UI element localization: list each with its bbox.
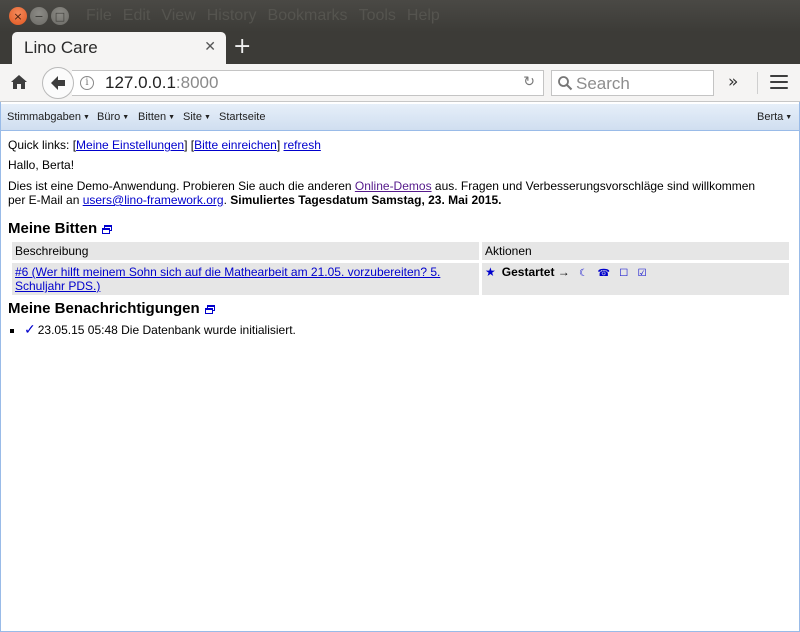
menu-file[interactable]: File xyxy=(86,7,112,25)
notification-text: 23.05.15 05:48 Die Datenbank wurde initi… xyxy=(37,323,296,337)
open-window-icon[interactable] xyxy=(102,225,113,234)
phone-icon[interactable]: ☎ xyxy=(597,268,609,279)
home-icon[interactable] xyxy=(8,71,30,93)
section-title-benachrichtigungen-text: Meine Benachrichtigungen xyxy=(8,300,200,317)
menu-tools[interactable]: Tools xyxy=(359,7,396,25)
chevron-down-icon: ▼ xyxy=(83,114,90,121)
table-cell-description: #6 (Wer hilft meinem Sohn sich auf die M… xyxy=(12,260,479,295)
section-title-benachrichtigungen: Meine Benachrichtigungen xyxy=(8,300,215,317)
link-refresh[interactable]: refresh xyxy=(284,138,321,152)
menu-help[interactable]: Help xyxy=(407,7,440,25)
menu-icon[interactable] xyxy=(770,75,788,89)
search-bar[interactable]: Search xyxy=(551,70,714,96)
menu-stimmabgaben-label: Stimmabgaben xyxy=(7,111,81,123)
section-title-bitten-text: Meine Bitten xyxy=(8,220,98,237)
url-bar[interactable]: i 127.0.0.1:8000 ↻ xyxy=(72,70,544,96)
table-cell-actions: ★ Gestartet → ☾ ☎ ☐ ☑ xyxy=(482,260,789,295)
checkmark-icon[interactable]: ✓ xyxy=(24,321,36,337)
url-port: :8000 xyxy=(175,73,219,92)
link-meine-einstellungen[interactable]: Meine Einstellungen xyxy=(76,138,184,152)
search-icon xyxy=(558,76,573,91)
menu-edit[interactable]: Edit xyxy=(123,7,151,25)
checkbox-empty-icon[interactable]: ☐ xyxy=(619,268,628,279)
chevron-down-icon: ▼ xyxy=(168,114,176,121)
intro-part-3: per E-Mail an xyxy=(8,193,83,207)
toolbar-separator xyxy=(757,72,758,94)
tab-title: Lino Care xyxy=(24,38,98,57)
state-label: Gestartet xyxy=(501,265,555,279)
menu-bitten[interactable]: Bitten ▼ xyxy=(138,111,175,123)
checkbox-checked-icon[interactable]: ☑ xyxy=(638,268,647,279)
reload-icon[interactable]: ↻ xyxy=(523,74,535,90)
column-header-aktionen: Aktionen xyxy=(482,242,789,260)
menu-startseite[interactable]: Startseite xyxy=(219,111,265,123)
intro-part-2: aus. Fragen und Verbesserungsvorschläge … xyxy=(431,179,756,193)
url-host: 127.0.0.1 xyxy=(105,73,176,92)
menu-buero[interactable]: Büro ▼ xyxy=(97,111,129,123)
quick-links-label: Quick links: xyxy=(8,138,70,152)
new-tab-icon[interactable]: + xyxy=(233,35,251,59)
menu-history[interactable]: History xyxy=(207,7,257,25)
quick-links: Quick links: [Meine Einstellungen] [Bitt… xyxy=(8,138,321,152)
close-tab-icon[interactable]: ✕ xyxy=(204,39,216,55)
column-header-beschreibung: Beschreibung xyxy=(12,242,479,260)
user-menu[interactable]: Berta ▼ xyxy=(757,111,792,123)
bitten-table: Beschreibung Aktionen #6 (Wer hilft mein… xyxy=(9,242,792,295)
intro-text: Dies ist eine Demo-Anwendung. Probieren … xyxy=(8,179,788,207)
chevron-down-icon: ▼ xyxy=(785,114,793,121)
search-placeholder: Search xyxy=(576,74,630,93)
menu-stimmabgaben[interactable]: Stimmabgaben ▼ xyxy=(7,111,90,123)
arrow-icon: → xyxy=(557,265,570,279)
menu-bookmarks[interactable]: Bookmarks xyxy=(268,7,348,25)
chevron-down-icon: ▼ xyxy=(203,114,211,121)
notification-list: ✓23.05.15 05:48 Die Datenbank wurde init… xyxy=(11,322,296,337)
menu-bitten-label: Bitten xyxy=(138,111,167,123)
simulated-date: Simuliertes Tagesdatum Samstag, 23. Mai … xyxy=(230,193,502,207)
moon-icon[interactable]: ☾ xyxy=(579,268,588,279)
title-bar: × − □ File Edit View History Bookmarks T… xyxy=(0,0,800,32)
tab-lino-care[interactable]: Lino Care ✕ xyxy=(12,32,226,64)
overflow-chevron-icon[interactable]: » xyxy=(728,72,738,92)
open-window-icon[interactable] xyxy=(204,305,215,314)
table-header-row: Beschreibung Aktionen xyxy=(12,242,789,260)
link-online-demos[interactable]: Online-Demos xyxy=(355,179,432,193)
section-title-bitten: Meine Bitten xyxy=(8,220,113,237)
menu-buero-label: Büro xyxy=(97,111,121,123)
link-bitte-einreichen[interactable]: Bitte einreichen xyxy=(194,138,277,152)
url-text[interactable]: 127.0.0.1:8000 xyxy=(105,73,218,93)
chevron-down-icon: ▼ xyxy=(122,114,130,121)
close-window-button[interactable]: × xyxy=(9,7,27,25)
list-item: ✓23.05.15 05:48 Die Datenbank wurde init… xyxy=(24,322,296,337)
minimize-window-button[interactable]: − xyxy=(30,7,48,25)
page-content: Stimmabgaben ▼ Büro ▼ Bitten ▼ Site ▼ Starts… xyxy=(0,102,800,632)
back-arrow-icon xyxy=(51,76,65,90)
link-request-6[interactable]: #6 (Wer hilft meinem Sohn sich auf die M… xyxy=(15,265,440,293)
menu-site-label: Site xyxy=(183,111,202,123)
tab-strip: Lino Care ✕ + xyxy=(0,32,800,64)
menu-view[interactable]: View xyxy=(161,7,195,25)
intro-part-1: Dies ist eine Demo-Anwendung. Probieren … xyxy=(8,179,355,193)
maximize-window-button[interactable]: □ xyxy=(51,7,69,25)
user-menu-label: Berta xyxy=(757,111,784,123)
navigation-toolbar: i 127.0.0.1:8000 ↻ Search » xyxy=(0,64,800,102)
menu-bar: File Edit View History Bookmarks Tools H… xyxy=(86,7,451,25)
link-email[interactable]: users@lino-framework.org xyxy=(83,193,224,207)
menu-site[interactable]: Site ▼ xyxy=(183,111,211,123)
star-icon[interactable]: ★ xyxy=(485,265,496,279)
table-row: #6 (Wer hilft meinem Sohn sich auf die M… xyxy=(12,260,789,295)
greeting: Hallo, Berta! xyxy=(8,158,75,172)
back-button[interactable] xyxy=(42,67,74,99)
info-icon[interactable]: i xyxy=(80,76,94,90)
lino-main-toolbar: Stimmabgaben ▼ Büro ▼ Bitten ▼ Site ▼ Starts… xyxy=(1,104,799,131)
